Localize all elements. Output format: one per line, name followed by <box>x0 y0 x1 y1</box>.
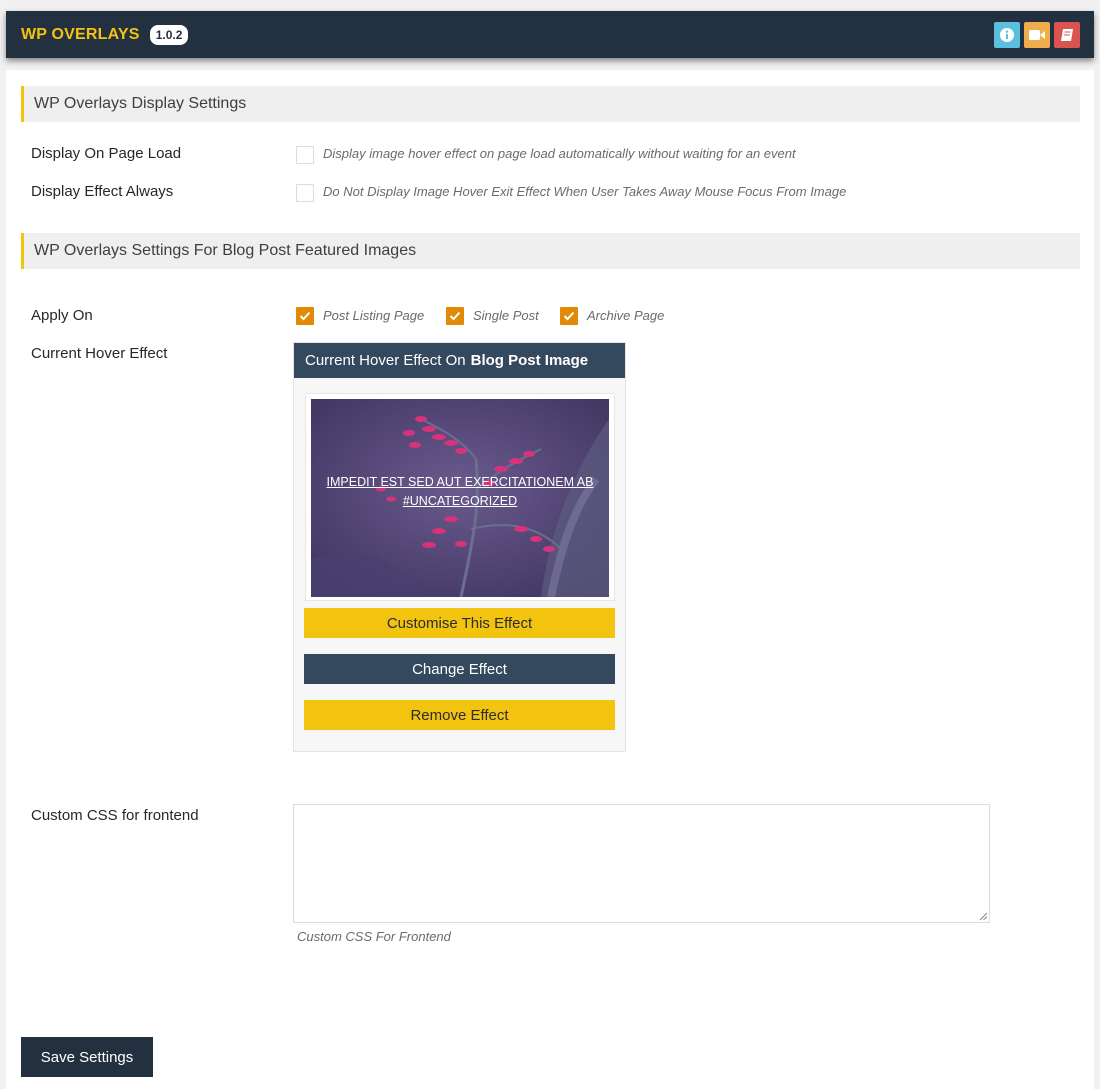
plugin-title: WP OVERLAYS <box>21 25 140 43</box>
preview-caption[interactable]: IMPEDIT EST SED AUT EXERCITATIONEM AB #U… <box>311 473 609 511</box>
card-title-bold: Blog Post Image <box>470 352 589 369</box>
page-load-description: Display image hover effect on page load … <box>323 146 796 161</box>
custom-css-help: Custom CSS For Frontend <box>297 929 451 944</box>
save-settings-button[interactable]: Save Settings <box>21 1037 153 1077</box>
check-icon <box>449 311 461 321</box>
archive-page-label: Archive Page <box>587 308 665 323</box>
info-icon[interactable] <box>994 22 1020 48</box>
book-icon[interactable] <box>1054 22 1080 48</box>
single-post-label: Single Post <box>473 308 539 323</box>
display-settings-heading: WP Overlays Display Settings <box>21 86 1080 122</box>
version-badge: 1.0.2 <box>149 24 189 45</box>
single-post-checkbox[interactable] <box>446 307 464 325</box>
custom-css-label: Custom CSS for frontend <box>31 807 199 824</box>
card-title-prefix: Current Hover Effect On <box>305 352 466 369</box>
archive-page-checkbox[interactable] <box>560 307 578 325</box>
preview-category[interactable]: #UNCATEGORIZED <box>311 492 609 511</box>
remove-effect-button[interactable]: Remove Effect <box>304 700 615 730</box>
page-load-checkbox[interactable] <box>296 146 314 164</box>
check-icon <box>563 311 575 321</box>
video-icon[interactable] <box>1024 22 1050 48</box>
effect-always-checkbox[interactable] <box>296 184 314 202</box>
effect-always-label: Display Effect Always <box>31 183 174 200</box>
current-hover-effect-label: Current Hover Effect <box>31 345 168 362</box>
effect-preview-image[interactable]: IMPEDIT EST SED AUT EXERCITATIONEM AB #U… <box>311 399 609 597</box>
change-effect-button[interactable]: Change Effect <box>304 654 615 684</box>
apply-on-label: Apply On <box>31 307 93 324</box>
check-icon <box>299 311 311 321</box>
page-load-label: Display On Page Load <box>31 145 182 162</box>
preview-post-title[interactable]: IMPEDIT EST SED AUT EXERCITATIONEM AB <box>311 473 609 492</box>
plugin-header: WP OVERLAYS 1.0.2 <box>6 11 1094 58</box>
hover-effect-card: Current Hover Effect On Blog Post Image <box>293 342 626 752</box>
post-listing-checkbox[interactable] <box>296 307 314 325</box>
effect-always-description: Do Not Display Image Hover Exit Effect W… <box>323 184 847 199</box>
hover-effect-card-title: Current Hover Effect On Blog Post Image <box>294 343 625 378</box>
header-icon-group <box>994 22 1080 48</box>
post-listing-label: Post Listing Page <box>323 308 425 323</box>
blog-settings-heading: WP Overlays Settings For Blog Post Featu… <box>21 233 1080 269</box>
resize-handle-icon[interactable] <box>979 912 988 921</box>
custom-css-textarea[interactable] <box>293 804 990 923</box>
settings-panel: WP Overlays Display Settings Display On … <box>6 70 1094 1089</box>
customise-effect-button[interactable]: Customise This Effect <box>304 608 615 638</box>
effect-preview-frame: IMPEDIT EST SED AUT EXERCITATIONEM AB #U… <box>305 393 615 601</box>
